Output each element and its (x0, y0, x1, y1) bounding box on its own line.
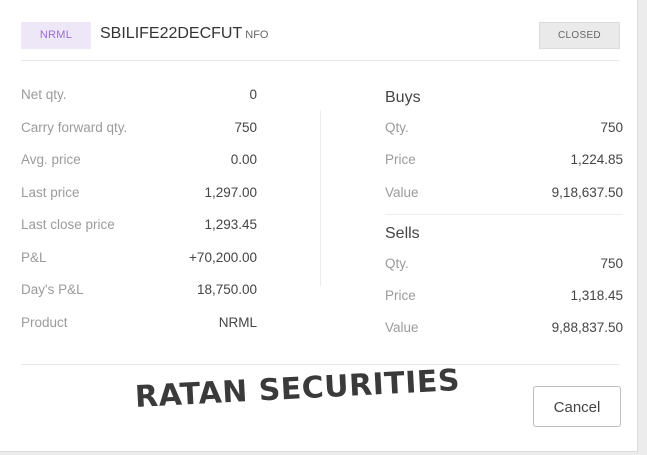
sells-qty-label: Qty. (385, 256, 409, 271)
sells-price-value: 1,318.45 (570, 288, 623, 303)
pnl-label: P&L (21, 249, 47, 265)
product-row: Product NRML (21, 313, 257, 346)
watermark-text: RATAN SECURITIES (134, 362, 461, 415)
last-price-value: 1,297.00 (204, 184, 257, 200)
carry-forward-qty-label: Carry forward qty. (21, 119, 128, 135)
buys-value-value: 9,18,637.50 (551, 185, 623, 200)
days-pnl-row: Day's P&L 18,750.00 (21, 280, 257, 313)
modal-header: NRML SBILIFE22DECFUT NFO CLOSED (21, 22, 620, 50)
buys-title: Buys (385, 89, 421, 106)
product-tag: NRML (21, 22, 91, 49)
net-qty-row: Net qty. 0 (21, 85, 257, 118)
sells-qty-value: 750 (600, 256, 623, 271)
pnl-row: P&L +70,200.00 (21, 248, 257, 281)
carry-forward-qty-value: 750 (234, 119, 257, 135)
last-price-row: Last price 1,297.00 (21, 183, 257, 216)
buys-price-value: 1,224.85 (570, 152, 623, 167)
buys-qty-row: Qty. 750 (385, 120, 623, 140)
sells-value-label: Value (385, 320, 419, 335)
carry-forward-qty-row: Carry forward qty. 750 (21, 118, 257, 151)
last-close-price-value: 1,293.45 (204, 217, 257, 232)
sells-value-value: 9,88,837.50 (551, 320, 623, 335)
net-qty-label: Net qty. (21, 87, 67, 102)
last-close-price-row: Last close price 1,293.45 (21, 215, 257, 248)
last-price-label: Last price (21, 184, 80, 200)
exchange-label: NFO (245, 29, 269, 41)
avg-price-value: 0.00 (230, 152, 257, 167)
net-qty-value: 0 (249, 87, 257, 102)
sells-value-row: Value 9,88,837.50 (385, 320, 623, 340)
position-summary: Net qty. 0 Carry forward qty. 750 Avg. p… (21, 85, 257, 345)
column-divider (320, 110, 321, 286)
last-close-price-label: Last close price (21, 217, 115, 232)
product-label: Product (21, 314, 68, 330)
pnl-value: +70,200.00 (189, 249, 257, 265)
avg-price-label: Avg. price (21, 152, 81, 167)
status-badge: CLOSED (539, 22, 620, 49)
buys-value-label: Value (385, 185, 419, 200)
sells-title: Sells (385, 225, 420, 242)
footer-divider (21, 364, 620, 365)
sells-price-row: Price 1,318.45 (385, 288, 623, 308)
days-pnl-value: 18,750.00 (196, 282, 257, 297)
header-divider (21, 60, 620, 61)
buys-value-row: Value 9,18,637.50 (385, 185, 623, 205)
buys-price-row: Price 1,224.85 (385, 152, 623, 172)
buys-qty-value: 750 (600, 120, 623, 135)
instrument-title: SBILIFE22DECFUT NFO (100, 25, 269, 43)
position-details-modal: NRML SBILIFE22DECFUT NFO CLOSED Net qty. … (0, 0, 638, 452)
buys-qty-label: Qty. (385, 120, 409, 135)
sells-qty-row: Qty. 750 (385, 256, 623, 276)
sells-price-label: Price (385, 288, 416, 303)
avg-price-row: Avg. price 0.00 (21, 150, 257, 183)
product-value: NRML (218, 314, 257, 330)
cancel-button[interactable]: Cancel (533, 386, 621, 427)
buys-price-label: Price (385, 152, 416, 167)
buys-sells-divider (385, 214, 623, 215)
instrument-symbol: SBILIFE22DECFUT (100, 25, 243, 42)
days-pnl-label: Day's P&L (21, 282, 84, 297)
